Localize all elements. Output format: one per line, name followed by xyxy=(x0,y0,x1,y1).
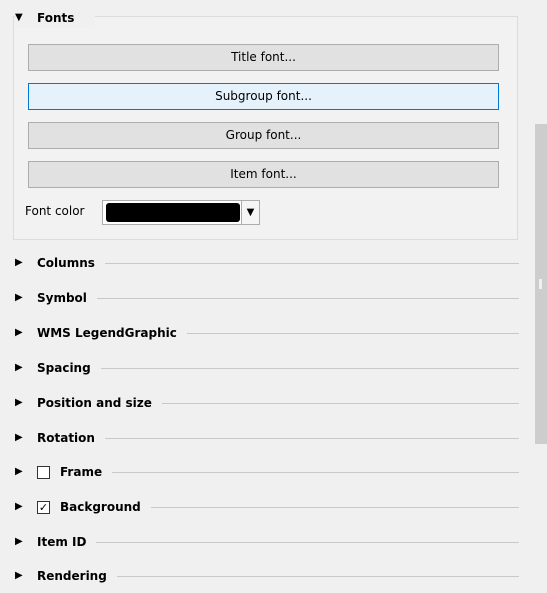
title-font-button[interactable]: Title font... xyxy=(28,44,499,71)
font-color-picker[interactable]: ▼ xyxy=(102,200,260,225)
scrollbar-thumb[interactable] xyxy=(535,124,547,444)
section-symbol-title: Symbol xyxy=(37,291,87,305)
section-symbol[interactable]: ▶ Symbol xyxy=(15,288,519,308)
section-item-id[interactable]: ▶ Item ID xyxy=(15,532,519,552)
triangle-right-icon: ▶ xyxy=(15,362,23,373)
item-font-button[interactable]: Item font... xyxy=(28,161,499,188)
divider xyxy=(100,367,519,369)
font-color-label: Font color xyxy=(25,204,85,218)
scrollbar-grip xyxy=(539,279,542,289)
triangle-down-icon: ▼ xyxy=(15,12,23,23)
divider xyxy=(150,506,519,508)
section-columns-title: Columns xyxy=(37,256,95,270)
divider xyxy=(104,262,519,264)
section-frame-title: Frame xyxy=(60,465,103,479)
section-rotation-title: Rotation xyxy=(37,431,95,445)
divider xyxy=(96,297,519,299)
section-item-id-title: Item ID xyxy=(37,535,87,549)
triangle-right-icon: ▶ xyxy=(15,292,23,303)
section-spacing[interactable]: ▶ Spacing xyxy=(15,358,519,378)
triangle-right-icon: ▶ xyxy=(15,501,23,512)
triangle-right-icon: ▶ xyxy=(15,397,23,408)
section-rendering-title: Rendering xyxy=(37,569,107,583)
section-columns[interactable]: ▶ Columns xyxy=(15,253,519,273)
triangle-right-icon: ▶ xyxy=(15,327,23,338)
group-font-button[interactable]: Group font... xyxy=(28,122,499,149)
divider xyxy=(112,471,519,473)
section-fonts-title: Fonts xyxy=(37,11,75,25)
section-wms-title: WMS LegendGraphic xyxy=(37,326,177,340)
section-wms-legendgraphic[interactable]: ▶ WMS LegendGraphic xyxy=(15,323,519,343)
section-fonts-header[interactable]: ▼ Fonts xyxy=(15,8,95,28)
divider xyxy=(104,437,519,439)
divider xyxy=(116,575,519,577)
section-position-and-size[interactable]: ▶ Position and size xyxy=(15,393,519,413)
font-color-swatch xyxy=(106,203,240,222)
section-background-title: Background xyxy=(60,500,141,514)
background-checkbox[interactable]: ✓ xyxy=(37,500,50,514)
frame-checkbox[interactable] xyxy=(37,465,50,479)
vertical-scrollbar[interactable] xyxy=(535,0,547,593)
divider xyxy=(186,332,519,334)
section-rotation[interactable]: ▶ Rotation xyxy=(15,428,519,448)
section-background[interactable]: ▶ ✓ Background xyxy=(15,497,519,517)
triangle-right-icon: ▶ xyxy=(15,536,23,547)
triangle-right-icon: ▶ xyxy=(15,570,23,581)
divider xyxy=(96,541,519,543)
section-rendering[interactable]: ▶ Rendering xyxy=(15,566,519,586)
triangle-right-icon: ▶ xyxy=(15,432,23,443)
triangle-right-icon: ▶ xyxy=(15,257,23,268)
subgroup-font-button[interactable]: Subgroup font... xyxy=(28,83,499,110)
triangle-right-icon: ▶ xyxy=(15,466,23,477)
divider xyxy=(161,402,519,404)
section-frame[interactable]: ▶ Frame xyxy=(15,462,519,482)
section-position-title: Position and size xyxy=(37,396,152,410)
section-spacing-title: Spacing xyxy=(37,361,91,375)
chevron-down-icon[interactable]: ▼ xyxy=(241,201,259,224)
